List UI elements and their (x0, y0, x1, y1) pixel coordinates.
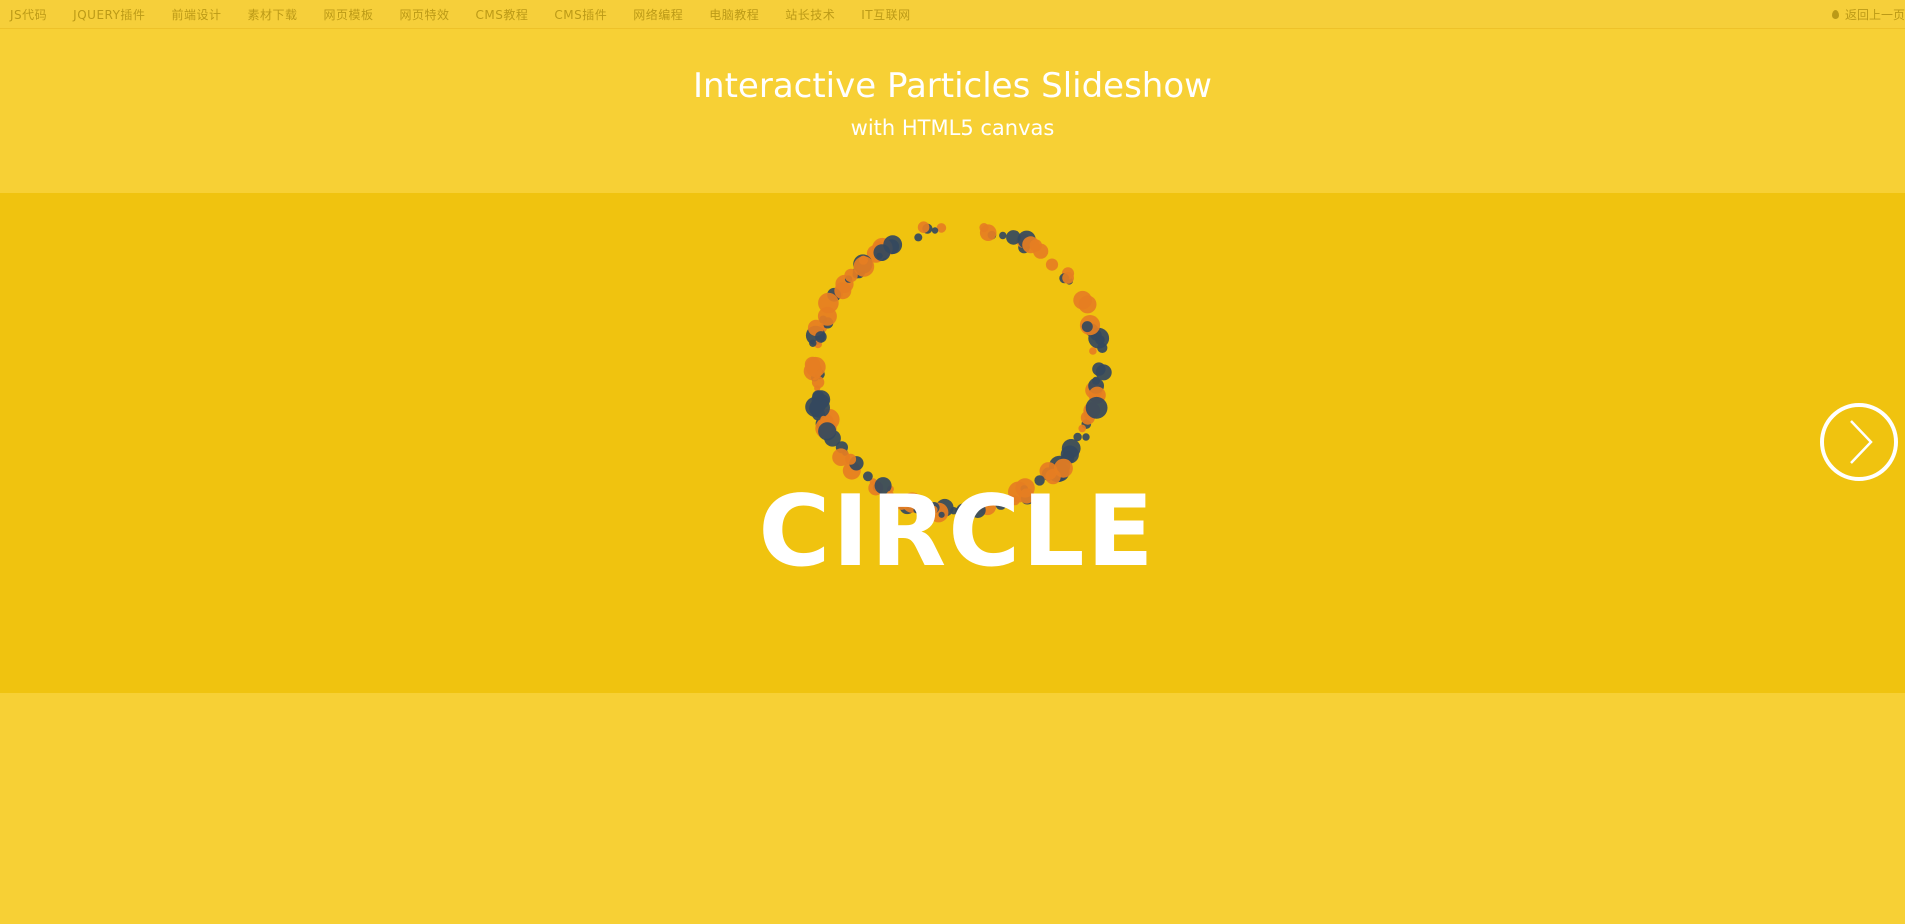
back-link-label: 返回上一页 (1844, 7, 1905, 22)
particle (818, 422, 837, 441)
particle (1061, 439, 1081, 458)
top-nav-bar: JS代码 JQUERY插件 前端设计 素材下载 网页模板 网页特效 CMS教程 … (0, 0, 1905, 29)
particle (818, 292, 839, 314)
nav-item-cms-plugins[interactable]: CMS插件 (554, 6, 607, 23)
particle (809, 339, 817, 347)
nav-item-it[interactable]: IT互联网 (861, 6, 910, 23)
particle (1045, 258, 1059, 271)
page-header: Interactive Particles Slideshow with HTM… (0, 28, 1905, 193)
particle (815, 331, 827, 343)
nav-item-pc-tutorials[interactable]: 电脑教程 (709, 6, 759, 23)
drop-icon (1831, 9, 1839, 19)
particle (1097, 342, 1108, 353)
nav-item-downloads[interactable]: 素材下载 (247, 6, 297, 23)
page-title: Interactive Particles Slideshow (693, 66, 1212, 106)
particle (931, 227, 939, 234)
nav-item-jquery[interactable]: JQUERY插件 (73, 6, 145, 23)
particle (1085, 396, 1108, 419)
nav-item-templates[interactable]: 网页模板 (323, 6, 373, 23)
back-link[interactable]: 返回上一页 (1831, 0, 1905, 28)
slide-caption: CIRCLE (758, 475, 1155, 589)
particle (914, 233, 923, 242)
particle (1095, 364, 1112, 381)
particle (1078, 424, 1086, 433)
particle (999, 231, 1007, 240)
nav-item-programming[interactable]: 网络编程 (633, 6, 683, 23)
nav-item-cms-tutorials[interactable]: CMS教程 (476, 6, 529, 23)
particle (876, 252, 883, 259)
chevron-right-icon (1850, 420, 1873, 464)
nav-item-frontend[interactable]: 前端设计 (171, 6, 221, 23)
nav-item-effects[interactable]: 网页特效 (399, 6, 449, 23)
particle (811, 376, 825, 389)
particle (832, 448, 850, 466)
particle-layer: CIRCLE (758, 221, 1155, 589)
particle (1081, 321, 1093, 333)
particle (812, 390, 825, 403)
particle (804, 356, 821, 373)
particle (917, 221, 930, 233)
particle (1082, 433, 1090, 441)
particle (834, 282, 852, 300)
nav-item-webmaster[interactable]: 站长技术 (785, 6, 835, 23)
particle (1062, 272, 1074, 284)
page-subtitle: with HTML5 canvas (850, 116, 1055, 140)
nav-item-js[interactable]: JS代码 (10, 6, 47, 23)
particle-canvas[interactable]: CIRCLE (0, 193, 1905, 693)
particle (1029, 239, 1043, 252)
particle (820, 415, 827, 422)
particle (979, 224, 997, 241)
particle (883, 235, 903, 255)
top-nav: JS代码 JQUERY插件 前端设计 素材下载 网页模板 网页特效 CMS教程 … (10, 0, 937, 28)
particle (1073, 290, 1092, 310)
next-slide-button[interactable] (1820, 403, 1898, 481)
particle (858, 255, 869, 265)
particle (1089, 347, 1097, 355)
